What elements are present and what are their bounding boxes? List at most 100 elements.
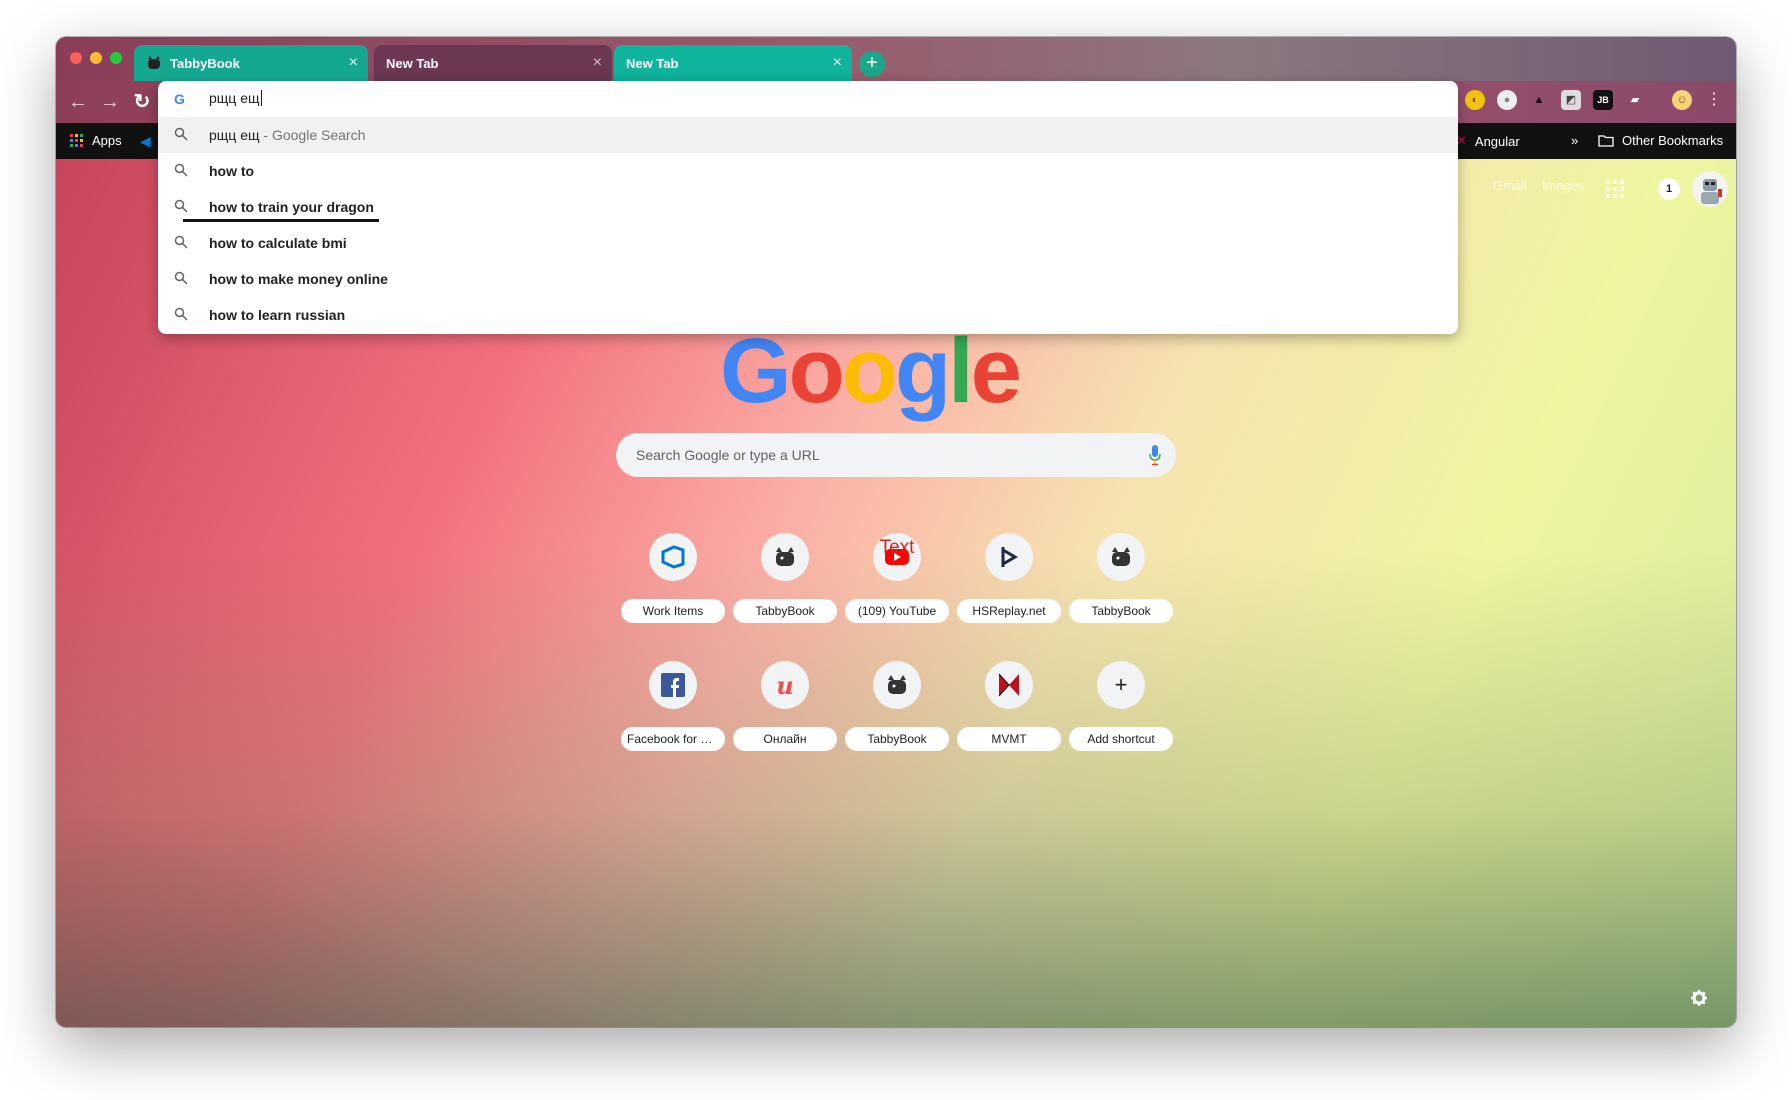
suggestion-text: how to [209,163,255,179]
cat-icon [148,56,160,69]
shortcut-tile[interactable]: Facebook for D... [621,661,725,773]
customize-gear-icon[interactable] [1690,989,1708,1007]
omnibox-suggestion[interactable]: how to calculate bmi [158,225,1458,261]
cat-icon [761,533,809,581]
images-link[interactable]: Images [1542,178,1585,193]
search-icon [174,163,188,177]
zoom-window-button[interactable] [110,52,122,64]
back-arrow-icon[interactable]: ← [66,90,90,114]
add-shortcut-tile[interactable]: + Add shortcut [1069,661,1173,773]
suggestion-text: how to calculate bmi [209,235,347,251]
search-placeholder: Search Google or type a URL [636,447,820,463]
apps-bookmark[interactable]: Apps [70,133,122,148]
logo-letter: o [841,320,898,422]
close-window-button[interactable] [70,52,82,64]
tab-new-tab[interactable]: New Tab × [614,45,852,81]
shortcut-title: Facebook for D... [621,727,725,751]
search-icon [174,235,188,249]
minimize-window-button[interactable] [90,52,102,64]
jetbrains-icon[interactable]: JB [1593,90,1613,110]
shortcut-tile[interactable]: MVMT [957,661,1061,773]
logo-letter: l [948,320,974,422]
profile-avatar-icon[interactable]: ☺ [1672,90,1692,110]
shortcut-title: Work Items [621,599,725,623]
search-icon [174,199,188,213]
shortcut-tile[interactable]: TabbyBook [733,533,837,645]
tab-title: TabbyBook [170,55,240,71]
tab-title: New Tab [626,55,679,71]
tab-tabbybook[interactable]: TabbyBook × [134,45,368,81]
shortcut-title: Add shortcut [1069,727,1173,751]
omnibox-suggestion[interactable]: how to learn russian [158,297,1458,333]
logo-letter: o [788,320,845,422]
facebook-icon [649,661,697,709]
shortcut-tile[interactable]: u Онлайн [733,661,837,773]
shortcut-tile[interactable]: HSReplay.net [957,533,1061,645]
shortcut-title: TabbyBook [1069,599,1173,623]
close-tab-icon[interactable]: × [349,54,358,72]
google-g-icon: G [174,91,185,107]
logo-letter: G [720,320,792,422]
annotation-underline [183,219,379,222]
azure-devops-icon [649,533,697,581]
extension-icon[interactable]: ● [1497,90,1517,110]
reload-icon[interactable]: ↻ [130,90,154,114]
new-tab-button[interactable]: + [859,51,885,77]
google-logo: Google [720,320,1022,422]
close-tab-icon[interactable]: × [833,54,842,72]
microphone-icon[interactable] [1148,444,1162,466]
other-bookmarks-folder[interactable]: Other Bookmarks [1598,133,1723,148]
omnibox-input-row[interactable]: G рщц ещ [158,81,1458,117]
shortcut-tile[interactable]: Text (109) YouTube [845,533,949,645]
folder-icon [1598,135,1614,147]
angular-bookmark[interactable]: ✕ Angular [1456,133,1520,149]
search-icon [174,307,188,321]
suggestion-text: how to learn russian [209,307,346,323]
google-apps-icon[interactable] [1606,180,1624,198]
gmail-link[interactable]: Gmail [1493,178,1527,193]
browser-window: TabbyBook × New Tab × New Tab × + ← → ↻ … [56,37,1736,1027]
shortcut-title: TabbyBook [845,727,949,751]
ntp-search-box[interactable]: Search Google or type a URL [616,433,1176,477]
cat-extension-icon[interactable]: ▲ [1529,90,1549,110]
forward-arrow-icon[interactable]: → [98,90,122,114]
tab-new-tab[interactable]: New Tab × [374,45,612,81]
mvmt-icon [985,661,1033,709]
angular-label: Angular [1474,133,1520,149]
omnibox-suggestion[interactable]: рщц ещ - Google Search [158,117,1458,153]
shortcut-title: (109) YouTube [845,599,949,623]
notification-badge[interactable]: 1 [1658,178,1680,200]
omnibox-suggestion[interactable]: how to make money online [158,261,1458,297]
shortcut-title: MVMT [957,727,1061,751]
bookmarks-overflow-icon[interactable]: » [1571,133,1578,148]
youtube-icon: Text [873,533,921,581]
shortcut-tile[interactable]: TabbyBook [1069,533,1173,645]
close-tab-icon[interactable]: × [593,54,602,72]
extension-icon[interactable]: ◐ [1465,90,1485,110]
other-bookmarks-label: Other Bookmarks [1622,133,1724,148]
tab-title: New Tab [386,55,439,71]
omnibox-input[interactable]: рщц ещ [209,90,262,106]
search-icon [174,127,188,141]
suggestion-suffix: - Google Search [259,127,366,143]
omnibox-suggestion[interactable]: how to train your dragon [158,189,1458,225]
shortcut-tile[interactable]: Work Items [621,533,725,645]
account-avatar[interactable] [1692,171,1728,207]
kebab-menu-icon[interactable]: ⋮ [1704,90,1724,110]
apps-grid-icon [70,133,83,147]
logo-letter: g [894,320,951,422]
extension-icon[interactable]: ◩ [1561,90,1581,110]
chat-extension-icon[interactable]: ▰ [1625,90,1645,110]
search-icon [174,271,188,285]
azure-bookmark-icon[interactable]: ◀ [140,133,151,150]
cat-icon [873,661,921,709]
logo-letter: e [970,320,1022,422]
omnibox-suggestion[interactable]: how to [158,153,1458,189]
hsreplay-icon [985,533,1033,581]
tab-strip: TabbyBook × New Tab × New Tab × + [56,37,1736,81]
shortcut-tile[interactable]: TabbyBook [845,661,949,773]
omnibox-dropdown: G рщц ещ рщц ещ - Google Search how to h… [158,81,1458,334]
suggestion-text: how to make money online [209,271,388,287]
udemy-icon: u [761,661,809,709]
suggestion-text: how to train your dragon [209,199,374,215]
